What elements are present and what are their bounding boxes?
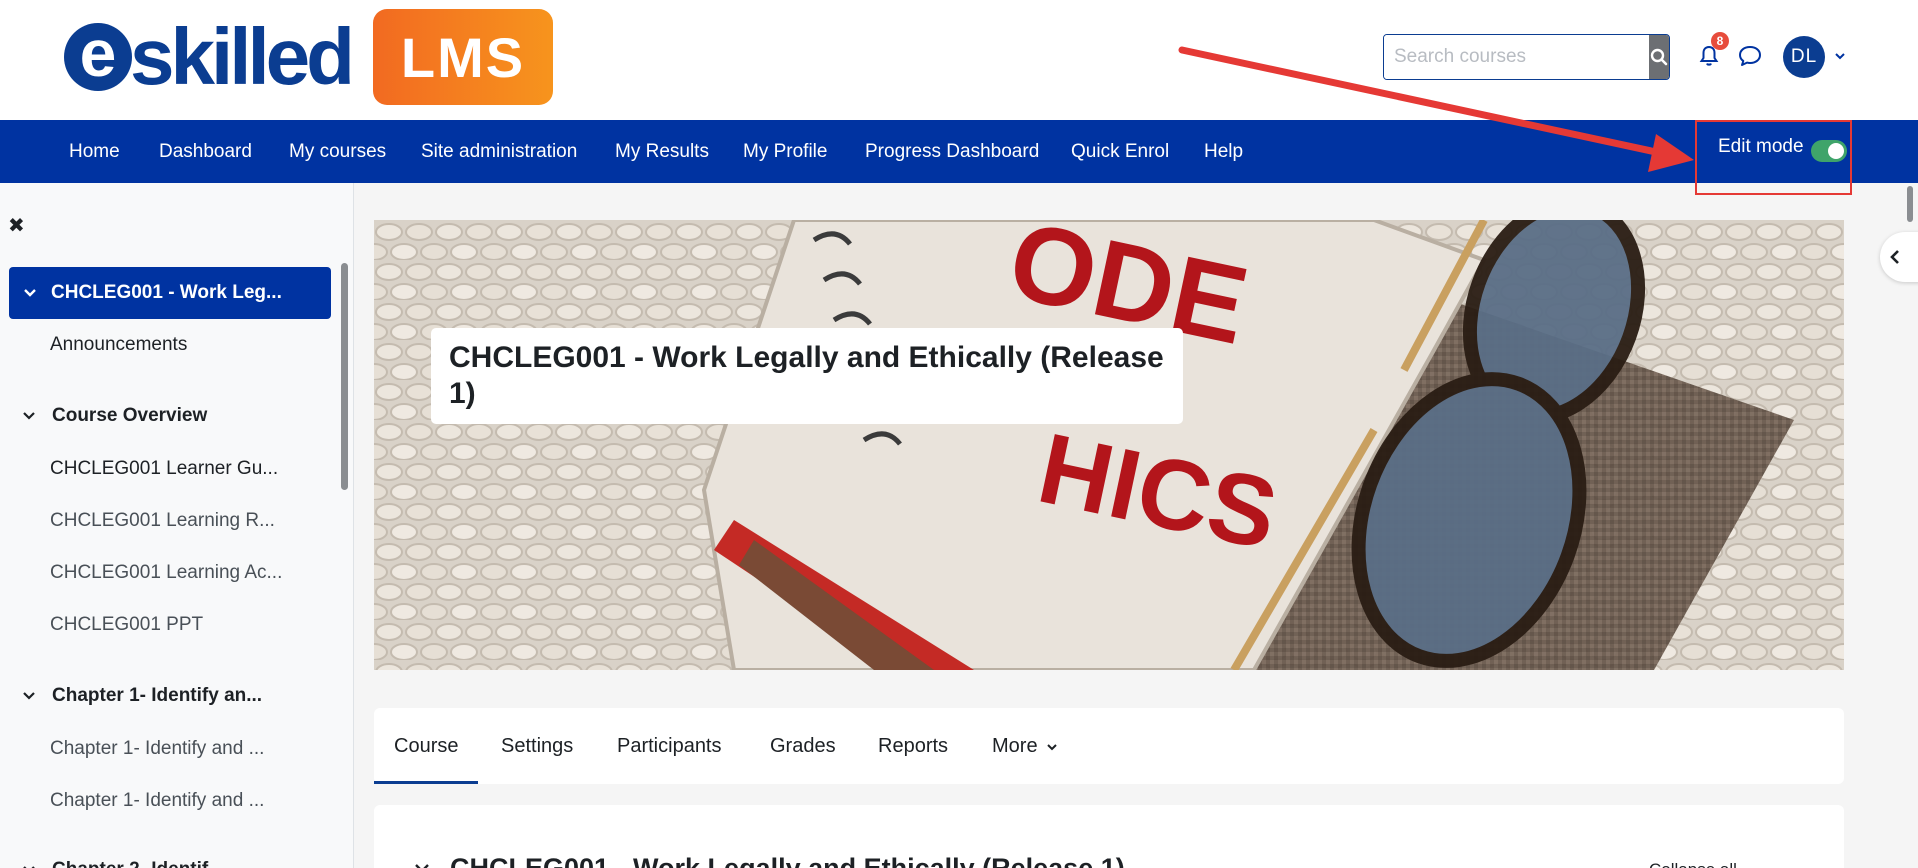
tab-course[interactable]: Course [374,708,479,784]
annotation-highlight-box [1695,120,1852,195]
sidebar-section-title: Chapter 1- Identify an... [52,685,263,706]
chevron-down-icon[interactable] [22,409,36,423]
notification-count-badge: 8 [1711,32,1729,50]
tab-participants[interactable]: Participants [617,708,722,784]
page-title: CHCLEG001 - Work Legally and Ethically (… [449,341,1164,410]
tab-settings[interactable]: Settings [501,708,573,784]
sidebar-item-chapter-1-b[interactable]: Chapter 1- Identify and ... [50,790,264,812]
logo-e-mark: e [64,20,132,91]
course-index-title: CHCLEG001 - Work Leg... [51,282,282,303]
sidebar-section-title: Course Overview [52,405,208,426]
chevron-down-icon[interactable] [414,860,430,868]
logo-wordmark: skilled [130,12,355,101]
sidebar-item-ppt[interactable]: CHCLEG001 PPT [50,614,203,636]
nav-progress-dashboard[interactable]: Progress Dashboard [865,120,1039,183]
sidebar-section-chapter-2[interactable]: Chapter 2- Identif... [22,859,224,868]
drawer-scrollbar[interactable] [341,263,348,490]
annotation-arrow [1178,46,1694,172]
course-index-current-course[interactable]: CHCLEG001 - Work Leg... [9,267,331,319]
nav-my-results[interactable]: My Results [615,120,709,183]
section-title: CHCLEG001 - Work Legally and Ethically (… [450,853,1125,868]
nav-quick-enrol[interactable]: Quick Enrol [1071,120,1169,183]
nav-my-courses[interactable]: My courses [289,120,386,183]
course-secondary-nav: Course Settings Participants Grades Repo… [374,708,1844,784]
close-icon[interactable]: ✖ [8,213,25,238]
site-logo[interactable]: e skilled LMS [64,8,554,106]
sidebar-item-chapter-1-a[interactable]: Chapter 1- Identify and ... [50,738,264,760]
tab-reports[interactable]: Reports [878,708,948,784]
sidebar-section-title: Chapter 2- Identif... [52,859,224,868]
course-hero-banner: ODE HICS CHCLEG001 - Work Legally and Et… [374,220,1844,670]
sidebar-item-announcements[interactable]: Announcements [50,334,187,356]
chevron-down-icon[interactable] [23,286,37,300]
tab-more[interactable]: More [992,708,1057,784]
page-scrollbar[interactable] [1907,186,1913,222]
sidebar-item-learning-resource[interactable]: CHCLEG001 Learning R... [50,510,275,532]
block-drawer-toggle[interactable] [1880,232,1918,282]
chevron-down-icon[interactable] [22,689,36,703]
tab-grades[interactable]: Grades [770,708,836,784]
nav-dashboard[interactable]: Dashboard [159,120,252,183]
chevron-down-icon[interactable] [22,863,36,868]
sidebar-section-course-overview[interactable]: Course Overview [22,405,207,427]
course-section-card: CHCLEG001 - Work Legally and Ethically (… [374,805,1844,868]
course-banner-image: ODE HICS [374,220,1844,670]
sidebar-item-learning-activity[interactable]: CHCLEG001 Learning Ac... [50,562,282,584]
chevron-down-icon[interactable] [1834,50,1846,62]
course-index-drawer: ✖ CHCLEG001 - Work Leg... Announcements … [0,183,354,868]
chevron-down-icon [1047,744,1057,751]
course-title-card: CHCLEG001 - Work Legally and Ethically (… [431,328,1183,424]
nav-site-administration[interactable]: Site administration [421,120,577,183]
tab-more-label: More [992,735,1038,757]
nav-home[interactable]: Home [69,120,120,183]
chat-icon[interactable] [1737,44,1763,68]
chevron-left-icon [1890,250,1899,264]
nav-my-profile[interactable]: My Profile [743,120,827,183]
sidebar-item-learner-guide[interactable]: CHCLEG001 Learner Gu... [50,458,278,480]
collapse-all-link[interactable]: Collapse all [1649,860,1737,868]
user-avatar[interactable]: DL [1783,36,1825,78]
sidebar-section-chapter-1[interactable]: Chapter 1- Identify an... [22,685,262,707]
logo-lms-badge: LMS [373,9,554,105]
